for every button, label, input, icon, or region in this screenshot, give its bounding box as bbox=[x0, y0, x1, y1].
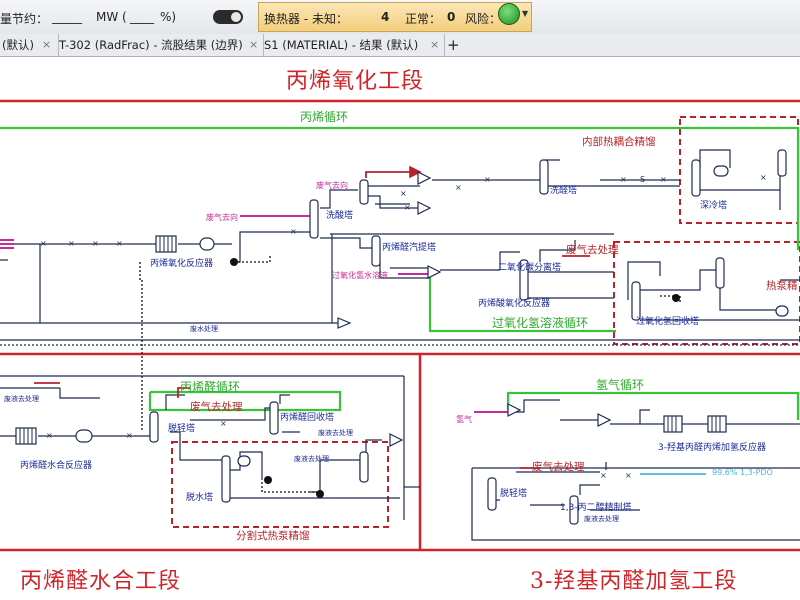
label-hydrogen-cycle: 氢气循环 bbox=[596, 378, 645, 392]
label-propanediol-refining: 1,3-丙二醇精制塔 bbox=[560, 503, 632, 513]
control-line bbox=[139, 254, 681, 493]
label-acrolein-stripper: 丙烯醛汽提塔 bbox=[382, 243, 437, 253]
section-title-acrolein-hydration: 丙烯醛水合工段 bbox=[20, 569, 182, 594]
label-waste-water: 废水处理 bbox=[190, 325, 218, 333]
tab-close-icon[interactable]: × bbox=[42, 34, 51, 56]
label-dehydration-tower: 脱水塔 bbox=[186, 493, 214, 503]
label-co2-separator: 二氧化碳分离塔 bbox=[498, 263, 562, 273]
energy-saving-label: 量节约： bbox=[0, 12, 49, 26]
label-split-heat-pump: 分割式热泵精馏 bbox=[236, 530, 310, 542]
add-tab-icon[interactable]: + bbox=[447, 34, 460, 56]
tab-default[interactable]: (默认) × bbox=[0, 34, 59, 56]
top-status-bar: 量节约： _____ MW ( ____ %) 换热器 - 未知： 4 正常： … bbox=[0, 0, 800, 35]
svg-text:S: S bbox=[640, 175, 645, 184]
label-acrylic-oxidation-reactor: 丙烯酸氧化反应器 bbox=[478, 299, 551, 309]
svg-text:×: × bbox=[40, 239, 47, 248]
left-edge-unit bbox=[0, 239, 14, 249]
label-waste-liquid-1: 废液去处理 bbox=[4, 395, 39, 403]
svg-text:×: × bbox=[116, 239, 123, 248]
label-peroxide-water: 过氧化氢水溶液 bbox=[332, 271, 388, 280]
percent-open: ( bbox=[122, 10, 127, 24]
svg-text:×: × bbox=[760, 173, 767, 182]
label-acrolein-hydration-reactor: 丙烯醛水合反应器 bbox=[20, 461, 93, 471]
svg-text:×: × bbox=[126, 431, 133, 440]
label-deep-cool-tower: 深冷塔 bbox=[700, 201, 728, 211]
svg-text:×: × bbox=[600, 471, 607, 480]
label-heat-pump: 热泵精 bbox=[766, 280, 798, 292]
tab-close-icon[interactable]: × bbox=[430, 34, 439, 56]
toggle-switch-icon[interactable] bbox=[213, 10, 243, 24]
label-propylene-oxidation-reactor: 丙烯氧化反应器 bbox=[150, 259, 214, 269]
svg-text:×: × bbox=[92, 239, 99, 248]
svg-text:×: × bbox=[455, 183, 462, 192]
label-internal-heat-distillation: 内部热耦合精馏 bbox=[582, 136, 656, 148]
risk-label: 风险： bbox=[465, 12, 502, 26]
svg-text:×: × bbox=[290, 227, 297, 236]
label-light-removal-tower-2: 脱轻塔 bbox=[500, 489, 528, 499]
run-go-icon[interactable] bbox=[498, 3, 520, 25]
normal-count: 0 bbox=[447, 10, 456, 24]
label-waste-gas-1: 废气去处理 bbox=[566, 244, 619, 256]
unknown-count: 4 bbox=[381, 10, 390, 24]
label-acrolein-recovery-tower: 丙烯醛回收塔 bbox=[280, 413, 335, 423]
label-acrolein-cycle: 丙烯醛循环 bbox=[180, 380, 241, 394]
label-wash-acid-tower: 洗酸塔 bbox=[326, 211, 354, 221]
process-streams bbox=[0, 149, 800, 541]
svg-text:×: × bbox=[625, 471, 632, 480]
label-waste-liquid-2: 废液去处理 bbox=[318, 429, 353, 437]
label-waste-gas-3: 废气去处理 bbox=[532, 461, 585, 473]
energy-saving-panel: 量节约： _____ MW ( ____ %) bbox=[0, 0, 255, 34]
label-light-removal-tower: 脱轻塔 bbox=[168, 424, 196, 434]
flowsheet-canvas[interactable]: × × × × × S × × × × × × × × × × × × 丙烯氧化… bbox=[0, 56, 800, 600]
tab-label: S1 (MATERIAL) - 结果 (默认) bbox=[264, 38, 419, 52]
flowsheet-drawing: × × × × × S × × × × × × × × × × × × bbox=[0, 99, 800, 552]
label-product-pdo: 99.6% 1,3-PDO bbox=[712, 468, 773, 477]
svg-text:×: × bbox=[660, 175, 667, 184]
go-dropdown-icon[interactable]: ▼ bbox=[522, 9, 528, 18]
svg-text:×: × bbox=[404, 203, 411, 212]
label-hydrogen-feed: 氢气 bbox=[456, 415, 472, 424]
tab-label: T-302 (RadFrac) - 流股结果 (边界) bbox=[59, 38, 243, 52]
percent-close: %) bbox=[160, 10, 177, 24]
energy-unit: MW bbox=[96, 10, 119, 24]
normal-label: 正常： bbox=[405, 12, 442, 26]
label-waste-liquid-4: 废液去处理 bbox=[584, 515, 619, 523]
label-waste-gas-2: 废气去处理 bbox=[190, 401, 243, 413]
label-wash-aldehyde-tower: 洗醛塔 bbox=[550, 186, 578, 196]
energy-value-field: _____ bbox=[52, 10, 82, 24]
tab-stream-results[interactable]: T-302 (RadFrac) - 流股结果 (边界) × bbox=[57, 34, 264, 56]
svg-text:×: × bbox=[68, 239, 75, 248]
tab-close-icon[interactable]: × bbox=[249, 34, 258, 56]
tab-bar: (默认) × T-302 (RadFrac) - 流股结果 (边界) × S1 … bbox=[0, 34, 800, 57]
heat-exchanger-label: 换热器 - 未知： bbox=[264, 12, 348, 26]
label-peroxide-cycle: 过氧化氢溶液循环 bbox=[492, 316, 589, 330]
label-exhaust-2: 废气去向 bbox=[206, 213, 238, 222]
label-waste-liquid-3: 废液去处理 bbox=[294, 455, 329, 463]
label-propylene-cycle: 丙烯循环 bbox=[300, 110, 349, 124]
flow-junctions bbox=[337, 171, 612, 447]
toggle-knob bbox=[231, 12, 241, 22]
svg-text:×: × bbox=[46, 431, 53, 440]
svg-text:×: × bbox=[620, 175, 627, 184]
svg-text:×: × bbox=[220, 419, 227, 428]
label-exhaust-1: 废气去向 bbox=[316, 181, 348, 190]
percent-value-field: ____ bbox=[130, 10, 154, 24]
svg-text:×: × bbox=[400, 189, 407, 198]
label-peroxide-recovery-tower: 过氧化氢回收塔 bbox=[636, 317, 700, 327]
heat-exchanger-status: 换热器 - 未知： 4 正常： 0 风险： 0 bbox=[258, 2, 532, 32]
tab-label: (默认) bbox=[2, 38, 34, 52]
section-title-hydrogenation: 3-羟基丙醛加氢工段 bbox=[530, 569, 738, 594]
section-title-propylene-oxidation: 丙烯氧化工段 bbox=[286, 69, 425, 94]
label-hydrogenation-reactor: 3-羟基丙醛丙烯加氢反应器 bbox=[658, 443, 766, 453]
svg-text:×: × bbox=[484, 175, 491, 184]
tab-material-results[interactable]: S1 (MATERIAL) - 结果 (默认) × bbox=[262, 34, 445, 56]
